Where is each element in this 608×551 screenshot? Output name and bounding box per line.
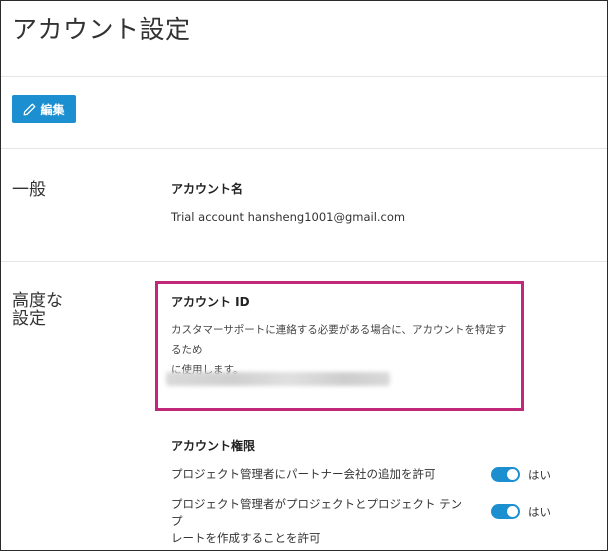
permission-create-project-line2: レートを作成することを許可 xyxy=(171,531,321,545)
toggle-knob xyxy=(507,506,518,517)
account-id-value-redacted xyxy=(166,372,390,386)
account-name-label: アカウント名 xyxy=(171,182,244,196)
account-id-description: カスタマーサポートに連絡する必要がある場合に、アカウントを特定するため に使用し… xyxy=(171,320,516,380)
permission-create-project-text: プロジェクト管理者がプロジェクトとプロジェクト テンプ レートを作成することを許… xyxy=(171,496,471,547)
page-title: アカウント設定 xyxy=(12,15,191,44)
section-label-general: 一般 xyxy=(12,180,46,200)
permission-create-project-line1: プロジェクト管理者がプロジェクトとプロジェクト テンプ xyxy=(171,497,463,528)
account-id-label: アカウント ID xyxy=(171,295,250,309)
account-id-description-line1: カスタマーサポートに連絡する必要がある場合に、アカウントを特定するため xyxy=(171,324,507,356)
permission-partner-company-toggle[interactable] xyxy=(491,467,520,482)
toolbar-divider xyxy=(1,148,607,149)
account-permissions-label: アカウント権限 xyxy=(171,439,256,453)
section-label-advanced-line2: 設定 xyxy=(12,309,46,329)
header-divider xyxy=(1,76,607,77)
general-divider xyxy=(1,261,607,262)
section-label-advanced: 高度な 設定 xyxy=(12,292,63,328)
permission-partner-company-text: プロジェクト管理者にパートナー会社の追加を許可 xyxy=(171,466,471,483)
permission-create-project-toggle[interactable] xyxy=(491,504,520,519)
permission-partner-company-line1: プロジェクト管理者にパートナー会社の追加を許可 xyxy=(171,467,436,481)
pencil-icon xyxy=(24,103,36,115)
toggle-knob xyxy=(507,469,518,480)
account-name-value: Trial account hansheng1001@gmail.com xyxy=(171,210,406,224)
edit-button[interactable]: 編集 xyxy=(12,95,76,123)
section-label-advanced-line1: 高度な xyxy=(12,291,63,311)
permission-create-project-toggle-label: はい xyxy=(528,505,551,519)
edit-button-label: 編集 xyxy=(40,102,65,117)
permission-partner-company-toggle-label: はい xyxy=(528,468,551,482)
